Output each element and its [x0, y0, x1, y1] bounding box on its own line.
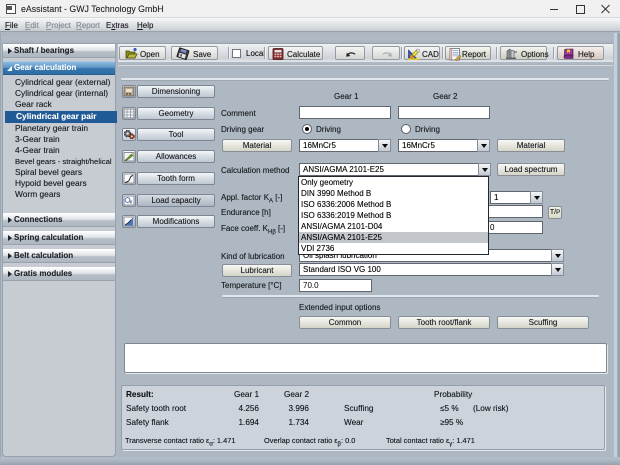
svg-text:x: x	[130, 199, 133, 205]
